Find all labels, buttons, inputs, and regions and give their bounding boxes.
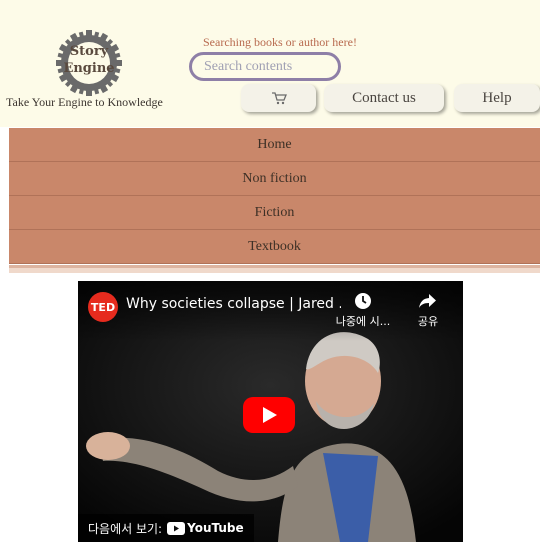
nav-item-textbook[interactable]: Textbook: [9, 230, 540, 264]
story-engine-logo[interactable]: Story Engine: [56, 30, 122, 96]
logo-wordmark: Story Engine: [56, 43, 122, 77]
embedded-video-player[interactable]: TED Why societies collapse | Jared ... 나…: [78, 281, 463, 542]
help-button[interactable]: Help: [454, 84, 540, 112]
video-title[interactable]: Why societies collapse | Jared ...: [126, 296, 341, 312]
share-label: 공유: [417, 315, 439, 328]
search-input[interactable]: [189, 52, 341, 81]
play-button[interactable]: [243, 397, 295, 433]
play-icon: [263, 407, 277, 423]
youtube-wordmark: YouTube: [187, 521, 244, 535]
cart-icon: [271, 92, 287, 105]
logo-text-story: Story: [69, 44, 109, 59]
contact-us-button[interactable]: Contact us: [324, 84, 444, 112]
cart-button[interactable]: [241, 84, 316, 112]
nav-divider: [9, 265, 540, 273]
nav-item-non-fiction[interactable]: Non fiction: [9, 162, 540, 196]
nav-item-home[interactable]: Home: [9, 128, 540, 162]
clock-icon: [355, 293, 371, 309]
watch-later-control[interactable]: 나중에 시...: [333, 291, 393, 329]
site-header: Story Engine Take Your Engine to Knowled…: [0, 0, 540, 127]
watch-on-youtube-bar[interactable]: 다음에서 보기: YouTube: [78, 514, 254, 542]
main-nav: Home Non fiction Fiction Textbook: [9, 128, 540, 264]
youtube-play-icon: [167, 521, 186, 535]
logo-text-engine: Engine: [63, 61, 115, 76]
share-arrow-icon: [419, 294, 436, 308]
watch-on-label: 다음에서 보기:: [88, 521, 163, 536]
youtube-logo: YouTube: [167, 521, 244, 535]
tagline: Take Your Engine to Knowledge: [6, 95, 163, 109]
search-label: Searching books or author here!: [203, 35, 357, 49]
share-control[interactable]: 공유: [398, 291, 458, 329]
nav-item-fiction[interactable]: Fiction: [9, 196, 540, 230]
watch-later-label: 나중에 시...: [335, 315, 391, 328]
ted-channel-logo[interactable]: TED: [88, 292, 118, 322]
